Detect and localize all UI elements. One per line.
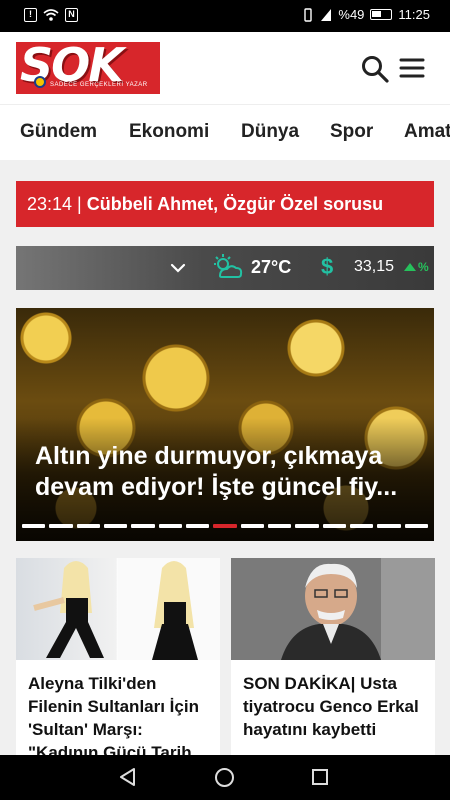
nav-item-amat[interactable]: Amat xyxy=(404,121,450,143)
status-icons-left: ! N xyxy=(24,8,78,22)
slider-dot[interactable] xyxy=(240,524,264,528)
dollar-icon: $ xyxy=(321,254,334,279)
battery-icon xyxy=(370,9,393,20)
breaking-news-banner[interactable]: 23:14 | Cübbeli Ahmet, Özgür Özel sorusu xyxy=(16,181,434,227)
search-icon[interactable] xyxy=(360,54,390,84)
battery-percent: %49 xyxy=(338,7,365,22)
nav-item-gundem[interactable]: Gündem xyxy=(20,121,97,143)
app-header: SOK SADECE GERÇEKLERİ YAZAR xyxy=(0,32,450,104)
card-title[interactable]: Aleyna Tilki'den Filenin Sultanları İçin… xyxy=(28,672,212,758)
slider-indicators xyxy=(22,524,428,528)
slider-dot[interactable] xyxy=(131,524,155,528)
singer-photo xyxy=(33,558,220,660)
slider-dot[interactable] xyxy=(213,524,237,528)
slider-dot[interactable] xyxy=(185,524,210,528)
recent-apps-icon[interactable] xyxy=(312,769,328,785)
logo-emblem-icon xyxy=(34,76,46,88)
vibrate-icon xyxy=(304,7,313,22)
hero-slider[interactable]: Altın yine durmuyor, çıkmaya devam ediyo… xyxy=(16,308,434,541)
rate-change: % xyxy=(418,260,429,274)
actor-photo xyxy=(231,558,435,660)
nav-item-dunya[interactable]: Dünya xyxy=(241,121,299,143)
nfc-icon: N xyxy=(65,8,78,22)
nav-item-spor[interactable]: Spor xyxy=(330,121,373,143)
temperature: 27°C xyxy=(251,257,292,277)
slider-dot[interactable] xyxy=(49,524,73,528)
signal-icon xyxy=(321,8,332,21)
clock: 11:25 xyxy=(398,7,430,22)
nav-item-ekonomi[interactable]: Ekonomi xyxy=(129,121,209,143)
slider-dot[interactable] xyxy=(103,524,128,528)
hero-title[interactable]: Altın yine durmuyor, çıkmaya devam ediyo… xyxy=(35,441,415,503)
slider-dot[interactable] xyxy=(377,524,401,528)
card-image xyxy=(231,558,435,660)
logo[interactable]: SOK SADECE GERÇEKLERİ YAZAR xyxy=(16,38,160,94)
chevron-down-icon[interactable] xyxy=(168,258,188,278)
slider-dot[interactable] xyxy=(349,524,374,528)
news-card[interactable]: Aleyna Tilki'den Filenin Sultanları İçin… xyxy=(16,558,220,758)
arrow-up-icon xyxy=(404,263,416,271)
notification-icon: ! xyxy=(24,8,37,22)
back-icon[interactable] xyxy=(118,767,138,787)
slider-dot[interactable] xyxy=(322,524,346,528)
slider-dot[interactable] xyxy=(404,524,428,528)
slider-dot[interactable] xyxy=(295,524,319,528)
status-icons-right: %49 11:25 xyxy=(302,7,430,22)
system-nav-bar xyxy=(0,755,450,800)
slider-dot[interactable] xyxy=(76,524,100,528)
breaking-time: 23:14 | xyxy=(27,194,82,214)
info-bar: 27°C $ 33,15 % xyxy=(16,246,434,290)
news-card[interactable]: SON DAKİKA| Usta tiyatrocu Genco Erkal h… xyxy=(231,558,435,758)
category-nav: Gündem Ekonomi Dünya Spor Amat xyxy=(0,104,450,160)
slider-dot[interactable] xyxy=(267,524,292,528)
slider-dot[interactable] xyxy=(158,524,182,528)
logo-tagline: SADECE GERÇEKLERİ YAZAR xyxy=(50,82,148,88)
card-title[interactable]: SON DAKİKA| Usta tiyatrocu Genco Erkal h… xyxy=(243,672,427,741)
partly-cloudy-icon xyxy=(214,254,243,278)
menu-icon[interactable] xyxy=(398,54,426,82)
card-image xyxy=(16,558,220,660)
wifi-icon xyxy=(43,9,59,21)
usd-rate: 33,15 xyxy=(354,258,395,275)
breaking-headline: Cübbeli Ahmet, Özgür Özel sorusu xyxy=(86,194,384,214)
status-bar: ! N %49 11:25 xyxy=(0,0,450,32)
slider-dot[interactable] xyxy=(22,524,46,528)
home-icon[interactable] xyxy=(215,768,234,787)
